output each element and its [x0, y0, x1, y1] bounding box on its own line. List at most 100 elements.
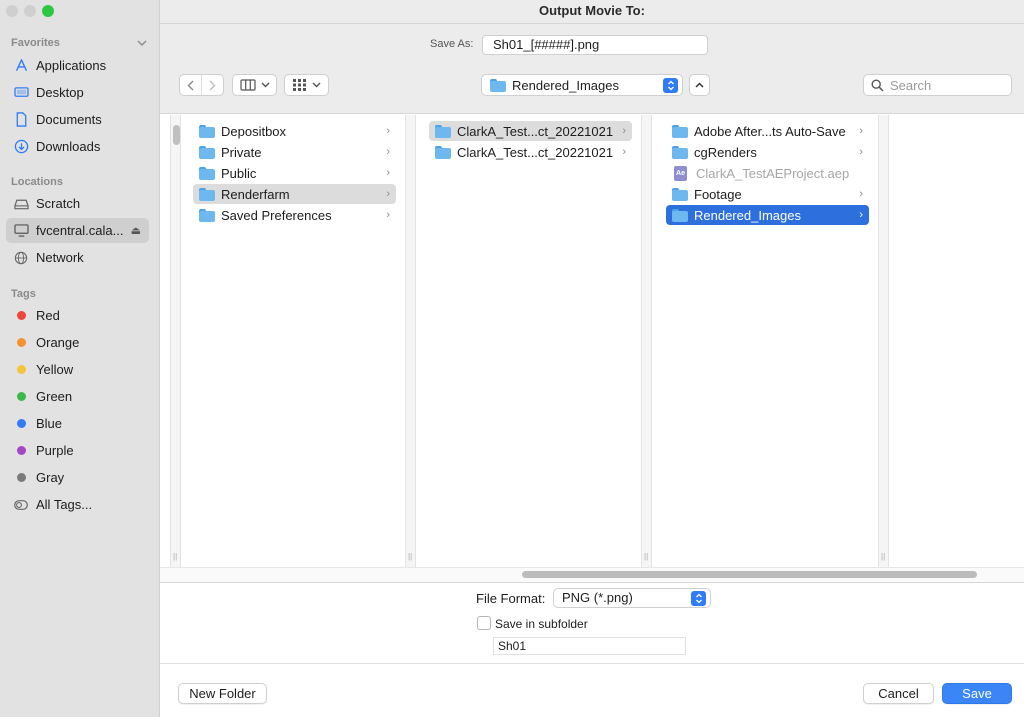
folder-icon: [672, 187, 688, 201]
sidebar-item-desktop[interactable]: Desktop: [6, 80, 149, 105]
chevron-right-icon: [209, 80, 216, 90]
item-label: Private: [221, 144, 262, 160]
sidebar-item-label: Yellow: [36, 362, 74, 377]
sidebar-item-applications[interactable]: Applications: [6, 53, 149, 78]
sidebar-item-label: Green: [36, 389, 73, 404]
sidebar-item-documents[interactable]: Documents: [6, 107, 149, 132]
navigation-toolbar: Rendered_Images Search: [160, 64, 1024, 114]
document-icon: [13, 112, 29, 128]
chevron-down-icon[interactable]: [136, 37, 148, 49]
item-label: Footage: [694, 186, 742, 202]
vertical-scrollbar[interactable]: [173, 125, 180, 145]
folder-icon: [435, 124, 451, 138]
sidebar-item-label: Downloads: [36, 139, 101, 154]
list-item[interactable]: Saved Preferences ›: [193, 205, 396, 225]
item-label: ClarkA_Test...ct_20221021: [457, 123, 614, 139]
new-folder-button[interactable]: New Folder: [178, 683, 267, 704]
sidebar-item-tag-orange[interactable]: Orange: [6, 330, 149, 355]
expand-collapse-button[interactable]: [689, 74, 710, 96]
save-button[interactable]: Save: [942, 683, 1012, 704]
sidebar-item-all-tags[interactable]: All Tags...: [6, 492, 149, 517]
popup-stepper-icon: [691, 591, 706, 606]
item-label: ClarkA_TestAEProject.aep: [696, 165, 850, 181]
path-popup[interactable]: Rendered_Images: [481, 74, 683, 96]
search-placeholder: Search: [890, 77, 932, 93]
sidebar-item-tag-blue[interactable]: Blue: [6, 411, 149, 436]
list-item[interactable]: Public ›: [193, 163, 396, 183]
popup-stepper-icon: [663, 78, 678, 93]
back-button[interactable]: [180, 75, 202, 95]
downloads-icon: [13, 139, 29, 155]
cancel-button[interactable]: Cancel: [863, 683, 934, 704]
list-item[interactable]: Private ›: [193, 142, 396, 162]
resize-grip-icon[interactable]: ||: [644, 552, 648, 561]
sidebar-item-label: Network: [36, 250, 84, 265]
sidebar-item-label: Red: [36, 308, 60, 323]
locations-header: Locations: [11, 176, 63, 188]
eject-icon[interactable]: ⏏: [131, 224, 141, 237]
sidebar-item-label: All Tags...: [36, 497, 93, 512]
horizontal-scrollbar[interactable]: [522, 571, 977, 578]
folder-icon: [672, 145, 688, 159]
window-controls: [6, 5, 54, 17]
zoom-window-button[interactable]: [42, 5, 54, 17]
resize-grip-icon[interactable]: ||: [881, 552, 885, 561]
forward-button[interactable]: [202, 75, 223, 95]
resize-grip-icon[interactable]: ||: [408, 552, 412, 561]
list-item[interactable]: ClarkA_Test...ct_20221021 ›: [429, 121, 632, 141]
file-format-select[interactable]: PNG (*.png): [553, 588, 711, 608]
sidebar-item-label: Scratch: [36, 196, 81, 211]
column-gutter: ||: [641, 115, 652, 567]
chevron-right-icon: ›: [859, 188, 863, 200]
group-by-button[interactable]: [284, 74, 329, 96]
tag-dot-icon: [13, 443, 29, 459]
list-item[interactable]: Adobe After...ts Auto-Save ›: [666, 121, 869, 141]
sidebar-item-tag-gray[interactable]: Gray: [6, 465, 149, 490]
item-label: Saved Preferences: [221, 207, 332, 223]
list-item[interactable]: Depositbox ›: [193, 121, 396, 141]
save-as-input[interactable]: Sh01_[#####].png: [482, 35, 708, 55]
chevron-right-icon: ›: [859, 209, 863, 221]
search-field[interactable]: Search: [863, 74, 1012, 96]
sidebar-item-network[interactable]: Network: [6, 245, 149, 270]
chevron-down-icon: [312, 82, 320, 88]
folder-icon: [672, 124, 688, 138]
sidebar-item-label: Orange: [36, 335, 80, 350]
chevron-right-icon: ›: [386, 209, 390, 221]
folder-icon: [199, 208, 215, 222]
view-mode-button[interactable]: [232, 74, 277, 96]
file-format-label: File Format:: [476, 591, 546, 606]
minimize-window-button[interactable]: [24, 5, 36, 17]
resize-grip-icon[interactable]: ||: [173, 552, 177, 561]
list-item[interactable]: cgRenders ›: [666, 142, 869, 162]
sidebar-item-scratch[interactable]: Scratch: [6, 191, 149, 216]
list-item: Ae ClarkA_TestAEProject.aep: [666, 163, 869, 183]
sidebar-item-label: Applications: [36, 58, 107, 73]
window-title: Output Movie To:: [160, 0, 1024, 24]
subfolder-name-input[interactable]: Sh01: [493, 637, 686, 655]
display-icon: [13, 223, 29, 239]
sidebar-item-tag-purple[interactable]: Purple: [6, 438, 149, 463]
list-item[interactable]: Rendered_Images ›: [666, 205, 869, 225]
sidebar-item-tag-yellow[interactable]: Yellow: [6, 357, 149, 382]
save-as-row: Save As: Sh01_[#####].png: [160, 24, 1024, 64]
list-item[interactable]: Footage ›: [666, 184, 869, 204]
chevron-right-icon: ›: [386, 188, 390, 200]
save-panel: Output Movie To: Save As: Sh01_[#####].p…: [160, 0, 1024, 717]
close-window-button[interactable]: [6, 5, 18, 17]
chevron-right-icon: ›: [386, 146, 390, 158]
sidebar-item-tag-green[interactable]: Green: [6, 384, 149, 409]
sidebar-item-label: Documents: [36, 112, 102, 127]
columns-view-icon: [239, 79, 256, 91]
list-item[interactable]: ClarkA_Test...ct_20221021 ›: [429, 142, 632, 162]
list-item[interactable]: Renderfarm ›: [193, 184, 396, 204]
sidebar-item-fvcentral[interactable]: fvcentral.cala... ⏏: [6, 218, 149, 243]
sidebar-item-tag-red[interactable]: Red: [6, 303, 149, 328]
sidebar-item-downloads[interactable]: Downloads: [6, 134, 149, 159]
globe-icon: [13, 250, 29, 266]
tag-dot-icon: [13, 389, 29, 405]
column-gutter: ||: [405, 115, 416, 567]
folder-icon: [672, 208, 688, 222]
save-in-subfolder-checkbox[interactable]: [477, 616, 491, 630]
folder-icon: [199, 145, 215, 159]
